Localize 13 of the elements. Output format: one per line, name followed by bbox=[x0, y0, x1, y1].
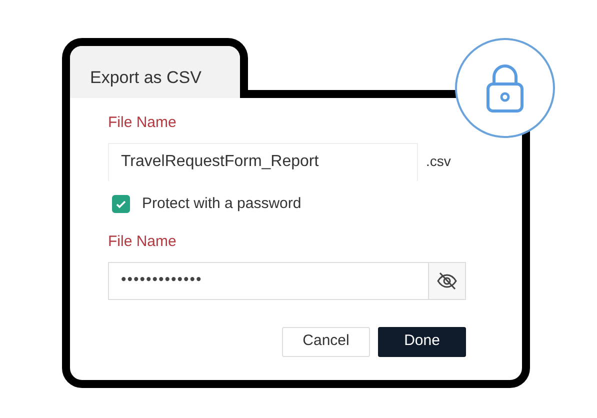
extension-label: .csv bbox=[426, 152, 451, 171]
checkbox-label: Protect with a password bbox=[142, 194, 302, 214]
visibility-toggle[interactable] bbox=[428, 262, 466, 300]
field-label: File Name bbox=[108, 113, 178, 133]
password-field[interactable]: ••••••••••••• bbox=[108, 262, 428, 300]
file-name-field[interactable]: TravelRequestForm_Report bbox=[108, 142, 418, 180]
dialog-tab[interactable]: Export as CSV bbox=[70, 46, 240, 98]
password-checkbox[interactable] bbox=[112, 194, 130, 213]
field-label: File Name bbox=[108, 232, 178, 252]
cancel-button[interactable]: Cancel bbox=[282, 326, 370, 356]
eye-slash-icon[interactable] bbox=[436, 270, 458, 290]
done-button[interactable]: Done bbox=[378, 326, 466, 356]
lock-icon bbox=[485, 63, 525, 113]
